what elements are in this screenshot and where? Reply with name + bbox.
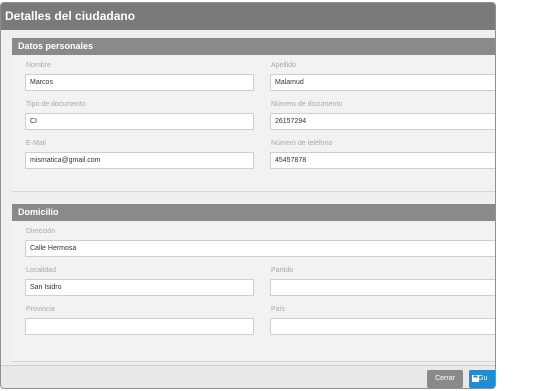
address-header: Domicilio <box>12 204 495 221</box>
partido-field[interactable] <box>270 279 495 296</box>
nombre-field[interactable]: Marcos <box>25 74 254 91</box>
apellido-label: Apellido <box>271 62 296 69</box>
save-button-label: Gu <box>478 375 488 382</box>
personal-data-section: Datos personales Nombre Marcos Apellido … <box>12 38 495 192</box>
nombre-label: Nombre <box>26 62 51 69</box>
provincia-field[interactable] <box>25 318 254 335</box>
dialog-body: Datos personales Nombre Marcos Apellido … <box>1 30 495 365</box>
pais-label: País <box>271 306 286 313</box>
telefono-field[interactable]: 45457878 <box>270 152 495 169</box>
citizen-details-dialog: Detalles del ciudadano Datos personales … <box>0 2 496 389</box>
numero-documento-field[interactable]: 26157294 <box>270 113 495 130</box>
direccion-label: Dirección <box>26 228 56 235</box>
dialog-footer: Cerrar Gu <box>1 365 495 388</box>
apellido-field[interactable]: Malamud <box>270 74 495 91</box>
pais-field[interactable] <box>270 318 495 335</box>
floppy-disk-icon <box>472 375 479 382</box>
tipo-documento-field[interactable]: CI <box>25 113 254 130</box>
close-button[interactable]: Cerrar <box>427 370 463 388</box>
dialog-title: Detalles del ciudadano <box>1 3 495 30</box>
email-label: E-Mail <box>26 140 46 147</box>
direccion-field[interactable]: Calle Hermosa <box>25 240 495 257</box>
email-field[interactable]: mismatica@gmail.com <box>25 152 254 169</box>
address-section: Domicilio Dirección Calle Hermosa Locali… <box>12 204 495 362</box>
localidad-label: Localidad <box>26 267 56 274</box>
save-button[interactable]: Gu <box>469 370 495 388</box>
telefono-label: Número de teléfono <box>271 140 333 147</box>
localidad-field[interactable]: San Isidro <box>25 279 254 296</box>
numero-documento-label: Número de documento <box>271 101 343 108</box>
tipo-documento-label: Tipo de documento <box>26 101 86 108</box>
provincia-label: Provincia <box>26 306 55 313</box>
partido-label: Partido <box>271 267 294 274</box>
personal-data-header: Datos personales <box>12 38 495 55</box>
